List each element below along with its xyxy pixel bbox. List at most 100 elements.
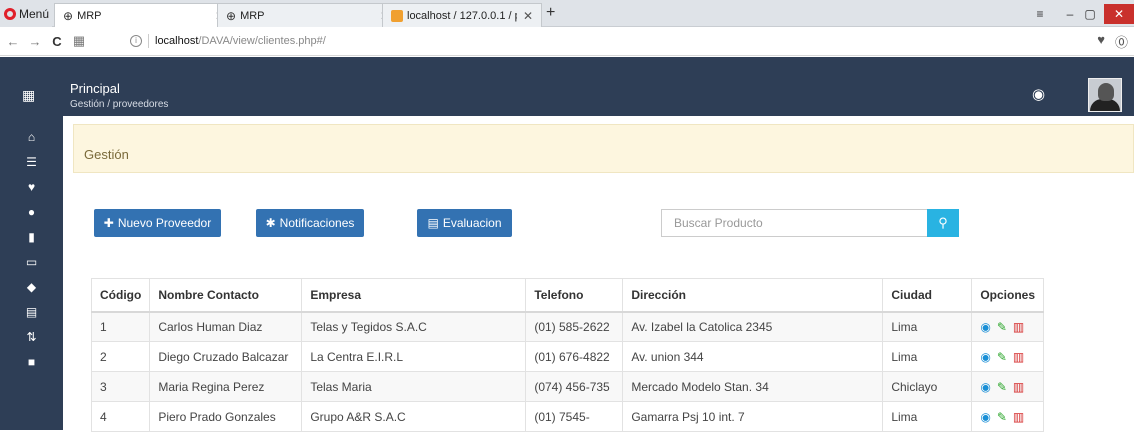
cell-nombre: Piero Prado Gonzales [149,401,303,432]
tab-menu-icon[interactable]: ≡ [1030,7,1050,21]
browser-tab-phpmyadmin[interactable]: localhost / 127.0.0.1 / prue ✕ [382,3,542,27]
minimize-icon[interactable]: – [1060,7,1080,21]
cell-ciudad: Chiclayo [882,371,973,402]
tag-icon[interactable]: ◆ [0,280,63,294]
apps-grid-icon[interactable]: ▦ [22,87,35,104]
edit-pencil-icon[interactable]: ✎ [997,320,1007,334]
browser-menu-button[interactable]: Menú [0,0,52,27]
edit-pencil-icon[interactable]: ✎ [997,350,1007,364]
heart-icon[interactable]: ♥ [0,180,63,194]
cell-empresa: Grupo A&R S.A.C [301,401,527,432]
view-eye-icon[interactable]: ◉ [980,380,990,394]
search-button[interactable]: ⚲ [927,209,959,237]
url-host: localhost [155,35,199,47]
breadcrumb: Gestión / proveedores [70,99,169,110]
cell-ciudad: Lima [882,401,973,432]
window-controls: ≡ – ▢ ✕ [1030,0,1134,27]
delete-trash-icon[interactable]: ▥ [1013,320,1024,334]
cell-codigo: 3 [90,371,151,402]
address-bar: ← → C ▦ i localhost/DAVA/view/clientes.p… [0,27,1134,56]
cell-opciones: ◉ ✎ ▥ [971,341,1045,372]
cell-opciones: ◉ ✎ ▥ [971,401,1045,432]
column-header-telefono[interactable]: Telefono [525,278,624,313]
table-row: 4 Piero Prado Gonzales Grupo A&R S.A.C (… [90,401,1045,432]
page-title: Principal [70,81,120,96]
table-header-row: Código Nombre Contacto Empresa Telefono … [90,278,1045,313]
sort-icon[interactable]: ⇅ [0,330,63,344]
cell-opciones: ◉ ✎ ▥ [971,371,1045,402]
edit-pencil-icon[interactable]: ✎ [997,410,1007,424]
user-icon[interactable]: ● [0,205,63,219]
browser-tab-bar: Menú ⊕ MRP ✕ ⊕ MRP ✕ localhost / 127.0.0… [0,0,1134,27]
phpmyadmin-favicon-icon [391,9,403,22]
browser-tab-mrp-1[interactable]: ⊕ MRP ✕ [54,3,234,27]
cell-direccion: Av. Izabel la Catolica 2345 [622,311,884,342]
cell-telefono: (074) 456-735 [525,371,624,402]
cell-empresa: Telas y Tegidos S.A.C [301,311,527,342]
back-icon[interactable]: ← [4,34,22,49]
cell-empresa: La Centra E.I.R.L [301,341,527,372]
avatar[interactable] [1088,78,1122,112]
opera-logo-icon [4,7,16,20]
cell-telefono: (01) 676-4822 [525,341,624,372]
tab-title: MRP [240,9,265,22]
column-header-nombre[interactable]: Nombre Contacto [149,278,303,313]
cell-telefono: (01) 585-2622 [525,311,624,342]
delete-trash-icon[interactable]: ▥ [1013,380,1024,394]
url-field[interactable]: i localhost/DAVA/view/clientes.php#/ [130,31,1080,51]
column-header-direccion[interactable]: Dirección [622,278,884,313]
list-alt-icon: ▤ [427,216,439,230]
new-supplier-button[interactable]: ✚ Nuevo Proveedor [94,209,221,237]
column-header-codigo[interactable]: Código [90,278,151,313]
cell-ciudad: Lima [882,341,973,372]
tab-title: localhost / 127.0.0.1 / prue [407,9,517,22]
tab-close-icon[interactable]: ✕ [523,9,533,23]
notifications-button[interactable]: ✱ Notificaciones [256,209,364,237]
table-row: 1 Carlos Human Diaz Telas y Tegidos S.A.… [90,311,1045,342]
view-eye-icon[interactable]: ◉ [980,350,990,364]
view-eye-icon[interactable]: ◉ [980,320,990,334]
avatar-head [1098,83,1114,101]
search-group: ⚲ [661,209,959,237]
column-header-opciones: Opciones [971,278,1045,313]
globe-icon: ⊕ [63,8,74,23]
file-icon[interactable]: ▮ [0,230,63,244]
bookmark-heart-icon[interactable]: ♥ [1097,32,1105,51]
url-separator [148,34,149,48]
briefcase-icon[interactable]: ■ [0,355,63,369]
inbox-icon[interactable]: ▭ [0,255,63,269]
suppliers-table: Código Nombre Contacto Empresa Telefono … [90,278,1045,432]
main-content: Gestión ✚ Nuevo Proveedor ✱ Notificacion… [63,116,1134,432]
reload-icon[interactable]: C [48,34,66,49]
evaluation-button[interactable]: ▤ Evaluacion [417,209,512,237]
evaluation-label: Evaluacion [442,216,502,230]
forward-icon[interactable]: → [26,34,44,49]
site-info-icon[interactable]: i [130,35,142,47]
view-eye-icon[interactable]: ◉ [980,410,990,424]
notifications-label: Notificaciones [279,216,355,230]
panel-title: Gestión [84,147,129,162]
column-header-empresa[interactable]: Empresa [301,278,527,313]
list-alt-icon[interactable]: ▤ [0,305,63,319]
delete-trash-icon[interactable]: ▥ [1013,350,1024,364]
globe-icon: ⊕ [226,8,237,23]
list-icon[interactable]: ☰ [0,155,63,169]
browser-tab-mrp-2[interactable]: ⊕ MRP ✕ [217,3,399,27]
gear-icon: ✱ [265,216,276,230]
column-header-ciudad[interactable]: Ciudad [882,278,973,313]
search-input[interactable] [661,209,927,237]
speed-dial-icon[interactable]: ▦ [70,33,88,49]
new-tab-icon[interactable]: + [546,4,555,22]
cell-codigo: 2 [90,341,151,372]
delete-trash-icon[interactable]: ▥ [1013,410,1024,424]
home-icon[interactable]: ⌂ [0,130,63,144]
search-icon: ⚲ [938,215,948,230]
close-window-icon[interactable]: ✕ [1104,3,1134,24]
cell-direccion: Mercado Modelo Stan. 34 [622,371,884,402]
download-icon[interactable]: ⓪ [1115,32,1128,51]
cell-codigo: 4 [90,401,151,432]
edit-pencil-icon[interactable]: ✎ [997,380,1007,394]
sidebar: ⌂ ☰ ♥ ● ▮ ▭ ◆ ▤ ⇅ ■ [0,116,63,430]
globe-icon[interactable]: ◉ [1032,85,1045,103]
maximize-icon[interactable]: ▢ [1080,7,1100,21]
